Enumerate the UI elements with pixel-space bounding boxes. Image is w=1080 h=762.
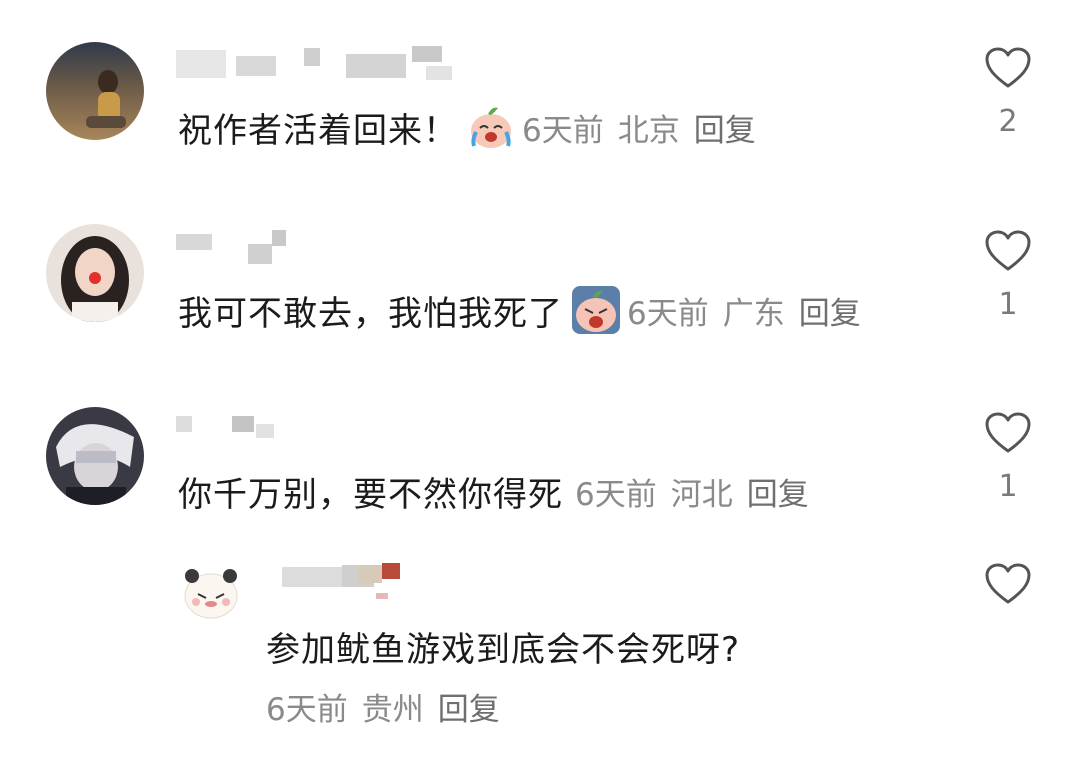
heart-outline-icon[interactable] <box>966 229 1050 273</box>
comment-text: 祝作者活着回来！ <box>178 110 458 151</box>
crying-peach-emoji <box>466 102 516 152</box>
comment-location: 广东 <box>722 295 785 332</box>
scared-peach-emoji <box>571 285 621 335</box>
reply-location: 贵州 <box>361 692 424 728</box>
reply-button[interactable]: 回复 <box>799 296 861 332</box>
like-count: 2 <box>998 104 1018 139</box>
comment-text: 我可不敢去，我怕我死了 <box>178 293 563 334</box>
comment-meta: 6天前 北京 回复 <box>522 105 770 150</box>
like-control <box>966 562 1050 606</box>
like-control: 1 <box>966 229 1050 322</box>
reply-body: 参加鱿鱼游戏到底会不会死呀? <box>266 622 740 671</box>
comment-meta: 6天前 广东 回复 <box>627 288 875 333</box>
comment-location: 北京 <box>617 112 680 149</box>
avatar-image <box>46 42 144 140</box>
avatar[interactable] <box>46 42 144 140</box>
like-control: 2 <box>966 46 1050 139</box>
username-blurred[interactable] <box>176 228 476 268</box>
comment-time: 6天前 <box>575 477 657 513</box>
comment-body: 我可不敢去，我怕我死了 6天前 广东 回复 <box>178 285 875 335</box>
reply-button[interactable]: 回复 <box>438 684 500 729</box>
comment-time: 6天前 <box>522 112 604 149</box>
heart-outline-icon[interactable] <box>966 411 1050 455</box>
reply-meta: 6天前 贵州 回复 <box>266 684 514 729</box>
username-blurred[interactable] <box>176 46 476 86</box>
reply-button[interactable]: 回复 <box>747 477 809 513</box>
avatar[interactable] <box>46 407 144 505</box>
like-control: 1 <box>966 411 1050 504</box>
avatar-image <box>46 224 144 322</box>
heart-outline-icon[interactable] <box>966 46 1050 90</box>
username-blurred[interactable] <box>282 563 582 603</box>
comment-body: 你千万别，要不然你得死 6天前 河北 回复 <box>178 467 823 516</box>
avatar-image <box>46 407 144 505</box>
reply-text: 参加鱿鱼游戏到底会不会死呀? <box>266 630 741 670</box>
comment-meta: 6天前 河北 回复 <box>575 469 823 514</box>
avatar[interactable] <box>178 558 244 624</box>
comment-body: 祝作者活着回来！ 6天前 北京 回复 <box>178 102 770 152</box>
comment-location: 河北 <box>670 477 733 513</box>
reply-button[interactable]: 回复 <box>694 113 756 149</box>
avatar[interactable] <box>46 224 144 322</box>
reply-time: 6天前 <box>266 692 348 728</box>
heart-outline-icon[interactable] <box>966 562 1050 606</box>
like-count: 1 <box>998 469 1018 504</box>
comment-text: 你千万别，要不然你得死 <box>178 475 563 515</box>
avatar-image <box>178 558 244 624</box>
comment-time: 6天前 <box>627 295 709 332</box>
like-count: 1 <box>998 287 1018 322</box>
username-blurred[interactable] <box>176 412 476 452</box>
